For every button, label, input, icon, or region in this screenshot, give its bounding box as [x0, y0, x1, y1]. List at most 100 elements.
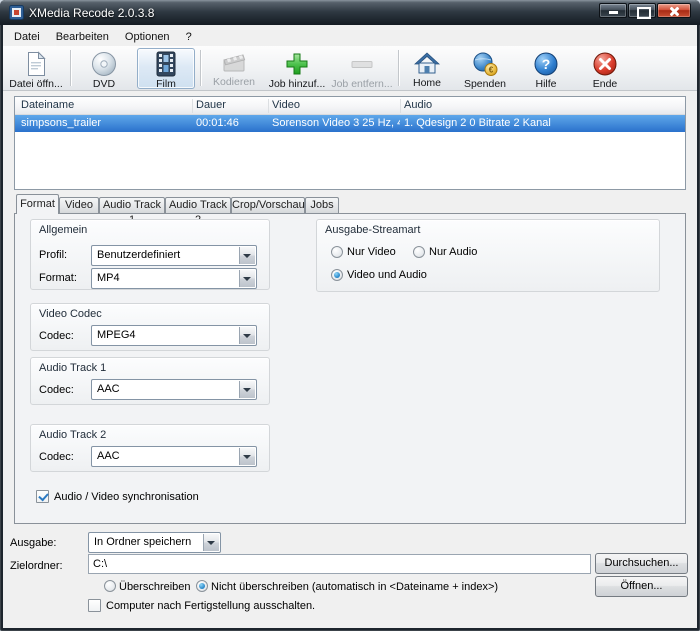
zielordner-input[interactable] — [88, 554, 591, 574]
file-list-header: Dateiname Dauer Video Audio — [15, 97, 685, 115]
tab-format[interactable]: Format — [16, 194, 59, 214]
toolbar-button-remove-job[interactable]: Job entfern... — [330, 48, 394, 89]
column-header-video[interactable]: Video — [272, 99, 300, 111]
radio-video-und-audio-label[interactable]: Video und Audio — [347, 269, 427, 281]
audio-track-2-codec-value: AAC — [97, 450, 236, 462]
toolbar-button-add-job[interactable]: Job hinzuf... — [266, 48, 328, 89]
menu-item-optionen[interactable]: Optionen — [117, 29, 178, 45]
encode-icon — [221, 51, 247, 75]
film-icon — [155, 51, 177, 77]
tab-audio-track-1[interactable]: Audio Track 1 — [99, 197, 165, 213]
toolbar-button-label: Job hinzuf... — [269, 78, 326, 90]
chevron-down-icon[interactable] — [239, 448, 255, 465]
allgemein-group: Allgemein Profil: Benutzerdefiniert Form… — [30, 219, 270, 290]
minimize-button[interactable] — [599, 3, 627, 18]
radio-ueberschreiben-label[interactable]: Überschreiben — [119, 581, 191, 593]
chevron-down-icon[interactable] — [239, 247, 255, 264]
ausgabe-label: Ausgabe: — [10, 537, 56, 549]
tab-crop-vorschau[interactable]: Crop/Vorschau — [231, 197, 305, 213]
toolbar-separator — [398, 50, 399, 86]
menu-item-bearbeiten[interactable]: Bearbeiten — [48, 29, 117, 45]
radio-nicht-ueberschreiben[interactable] — [196, 580, 208, 592]
durchsuchen-button[interactable]: Durchsuchen... — [595, 553, 688, 574]
file-list[interactable]: Dateiname Dauer Video Audio simpsons_tra… — [14, 96, 686, 190]
toolbar-separator — [200, 50, 201, 86]
streamart-group: Ausgabe-Streamart Nur Video Nur Audio Vi… — [316, 219, 660, 292]
toolbar-button-open-file[interactable]: Datei öffn... — [5, 48, 67, 89]
menu-item-hilfe[interactable]: ? — [178, 29, 200, 45]
file-row-audio: 1. Qdesign 2 0 Bitrate 2 Kanal — [404, 117, 682, 129]
toolbar-button-home[interactable]: Home — [403, 48, 451, 89]
add-job-icon — [284, 51, 310, 77]
chevron-down-icon[interactable] — [239, 327, 255, 344]
profil-combobox[interactable]: Benutzerdefiniert — [91, 245, 257, 266]
radio-nicht-ueberschreiben-label[interactable]: Nicht überschreiben (automatisch in <Dat… — [211, 581, 498, 593]
profil-label: Profil: — [39, 249, 67, 261]
profil-combobox-value: Benutzerdefiniert — [97, 249, 236, 261]
column-separator[interactable] — [400, 99, 401, 113]
radio-nur-audio-label[interactable]: Nur Audio — [429, 246, 477, 258]
close-button[interactable] — [657, 3, 691, 18]
file-row-video: Sorenson Video 3 25 Hz, 4... — [272, 117, 400, 129]
shutdown-checkbox-label[interactable]: Computer nach Fertigstellung ausschalten… — [106, 600, 315, 612]
menu-item-datei[interactable]: Datei — [6, 29, 48, 45]
maximize-button[interactable] — [628, 3, 656, 18]
title-bar[interactable]: XMedia Recode 2.0.3.8 — [0, 0, 700, 25]
exit-icon — [592, 51, 618, 77]
toolbar-button-encode[interactable]: Kodieren — [205, 48, 263, 89]
radio-nur-video-label[interactable]: Nur Video — [347, 246, 396, 258]
radio-video-und-audio[interactable] — [331, 269, 343, 281]
remove-job-icon — [349, 51, 375, 77]
oeffnen-button[interactable]: Öffnen... — [595, 576, 688, 597]
chevron-down-icon[interactable] — [239, 381, 255, 398]
ausgabe-combobox-value: In Ordner speichern — [94, 536, 200, 548]
ausgabe-combobox[interactable]: In Ordner speichern — [88, 532, 221, 553]
column-header-audio[interactable]: Audio — [404, 99, 432, 111]
column-separator[interactable] — [192, 99, 193, 113]
toolbar-button-label: Home — [413, 77, 441, 89]
radio-nur-video[interactable] — [331, 246, 343, 258]
video-codec-label: Codec: — [39, 330, 74, 342]
sync-checkbox[interactable] — [36, 490, 49, 503]
audio-track-2-group: Audio Track 2 Codec: AAC — [30, 424, 270, 472]
app-icon — [9, 5, 24, 23]
toolbar-button-dvd[interactable]: DVD — [75, 48, 133, 89]
open-file-icon — [25, 51, 47, 77]
toolbar-button-label: Kodieren — [213, 76, 255, 88]
audio-track-2-codec-combobox[interactable]: AAC — [91, 446, 257, 467]
app-window: XMedia Recode 2.0.3.8 Datei Bearbeiten O… — [0, 0, 700, 631]
column-separator[interactable] — [268, 99, 269, 113]
streamart-group-title: Ausgabe-Streamart — [325, 224, 420, 236]
video-codec-combobox[interactable]: MPEG4 — [91, 325, 257, 346]
menu-bar: Datei Bearbeiten Optionen ? — [6, 27, 200, 46]
radio-ueberschreiben[interactable] — [104, 580, 116, 592]
toolbar-button-film[interactable]: Film — [137, 48, 195, 89]
audio-track-1-codec-combobox[interactable]: AAC — [91, 379, 257, 400]
tab-jobs[interactable]: Jobs — [305, 197, 339, 213]
toolbar-button-help[interactable]: ? Hilfe — [521, 48, 571, 89]
toolbar-button-donate[interactable]: € Spenden — [456, 48, 514, 89]
toolbar-button-label: Job entfern... — [331, 78, 392, 90]
toolbar-button-exit[interactable]: Ende — [578, 48, 632, 89]
chevron-down-icon[interactable] — [203, 534, 219, 551]
dvd-icon — [91, 51, 117, 77]
zielordner-label: Zielordner: — [10, 560, 63, 572]
format-combobox-value: MP4 — [97, 272, 236, 284]
tab-video[interactable]: Video — [59, 197, 99, 213]
toolbar-separator — [70, 50, 71, 86]
format-combobox[interactable]: MP4 — [91, 268, 257, 289]
column-header-dauer[interactable]: Dauer — [196, 99, 226, 111]
chevron-down-icon[interactable] — [239, 270, 255, 287]
audio-track-1-codec-label: Codec: — [39, 384, 74, 396]
file-row-dateiname: simpsons_trailer — [21, 117, 191, 129]
file-row[interactable]: simpsons_trailer 00:01:46 Sorenson Video… — [15, 115, 685, 132]
donate-icon: € — [472, 51, 498, 77]
tab-audio-track-2[interactable]: Audio Track 2 — [165, 197, 231, 213]
column-header-dateiname[interactable]: Dateiname — [21, 99, 74, 111]
toolbar-button-label: Film — [156, 78, 176, 90]
toolbar-button-label: Datei öffn... — [9, 78, 63, 90]
shutdown-checkbox[interactable] — [88, 599, 101, 612]
sync-checkbox-label[interactable]: Audio / Video synchronisation — [54, 491, 199, 503]
radio-nur-audio[interactable] — [413, 246, 425, 258]
svg-text:€: € — [489, 66, 494, 75]
